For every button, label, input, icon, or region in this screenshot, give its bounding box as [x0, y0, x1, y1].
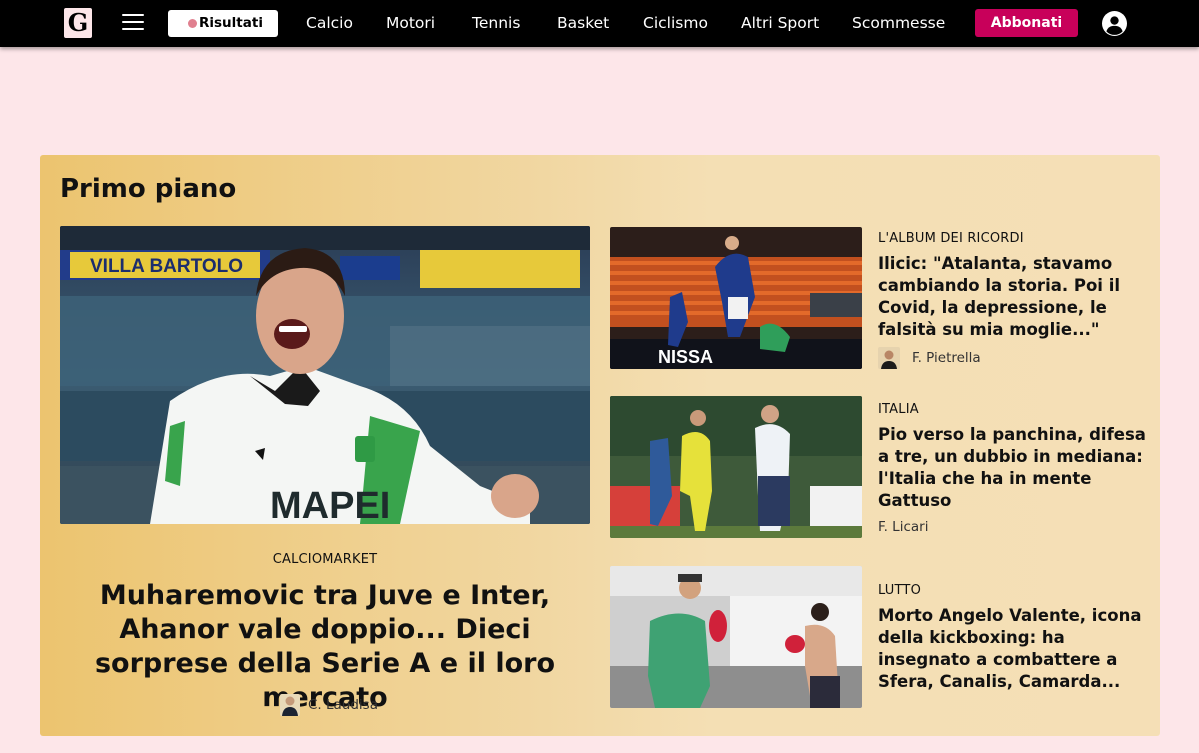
- primo-piano-section: Primo piano VILLA BARTOLO MAPEI CALCIOMA…: [40, 155, 1160, 736]
- gazzetta-logo[interactable]: G: [64, 8, 92, 38]
- author-avatar: [878, 347, 900, 369]
- top-navigation-bar: G Risultati Calcio Motori Tennis Basket …: [0, 0, 1199, 47]
- hero-category: CALCIOMARKET: [272, 552, 378, 567]
- results-label: Risultati: [199, 15, 263, 31]
- article-3-headline[interactable]: Morto Angelo Valente, icona della kickbo…: [878, 605, 1148, 693]
- nav-altri-sport[interactable]: Altri Sport: [741, 12, 819, 34]
- nav-ciclismo[interactable]: Ciclismo: [643, 12, 708, 34]
- user-account-icon[interactable]: [1102, 11, 1127, 36]
- nav-motori[interactable]: Motori: [386, 12, 435, 34]
- article-1-author-name: F. Pietrella: [912, 350, 981, 366]
- hero-author-name: C. Laudisa: [308, 697, 378, 713]
- article-2-headline[interactable]: Pio verso la panchina, difesa a tre, un …: [878, 424, 1148, 512]
- nav-calcio[interactable]: Calcio: [306, 12, 353, 34]
- article-3-image[interactable]: [610, 566, 862, 708]
- article-2-category: ITALIA: [878, 402, 919, 417]
- hero-image[interactable]: VILLA BARTOLO MAPEI: [60, 226, 590, 524]
- article-2-author-name: F. Licari: [878, 519, 929, 535]
- subscribe-button[interactable]: Abbonati: [975, 9, 1078, 37]
- article-1-image[interactable]: NISSA: [610, 227, 862, 369]
- article-1-banner-text: NISSA: [658, 347, 713, 367]
- hero-sponsor-text: MAPEI: [270, 485, 390, 524]
- article-2-author[interactable]: F. Licari: [878, 516, 928, 538]
- article-3-category: LUTTO: [878, 583, 921, 598]
- hero-author[interactable]: C. Laudisa: [280, 694, 378, 716]
- hamburger-menu-icon[interactable]: [122, 14, 144, 32]
- article-2-image[interactable]: [610, 396, 862, 538]
- hero-banner-text: VILLA BARTOLO: [90, 256, 243, 277]
- nav-tennis[interactable]: Tennis: [472, 12, 520, 34]
- article-1-category: L'ALBUM DEI RICORDI: [878, 231, 1024, 246]
- section-title: Primo piano: [60, 174, 237, 204]
- results-button[interactable]: Risultati: [168, 10, 278, 37]
- live-dot-icon: [188, 19, 197, 28]
- article-1-headline[interactable]: Ilicic: "Atalanta, stavamo cambiando la …: [878, 253, 1148, 341]
- article-1-author[interactable]: F. Pietrella: [878, 347, 981, 369]
- author-avatar: [280, 694, 300, 716]
- nav-scommesse[interactable]: Scommesse: [852, 12, 945, 34]
- nav-basket[interactable]: Basket: [557, 12, 609, 34]
